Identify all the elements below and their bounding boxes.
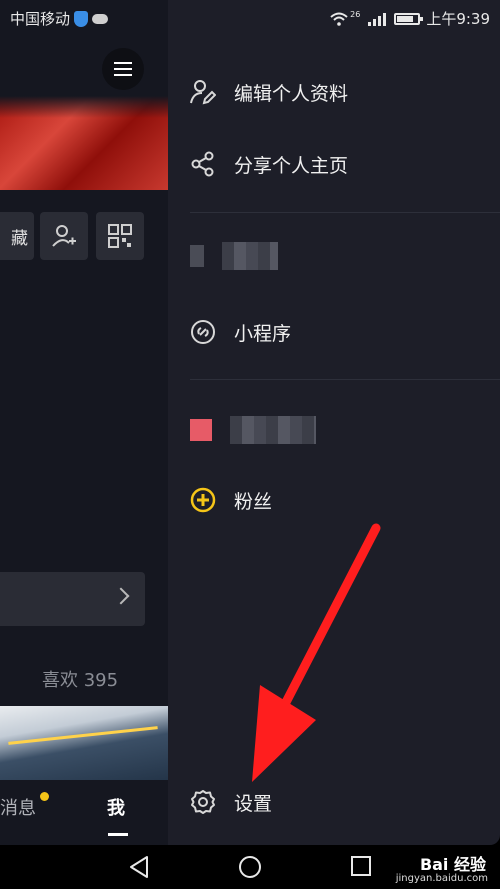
clock: 上午9:39 xyxy=(426,10,490,28)
status-right: 26 上午9:39 xyxy=(330,8,490,29)
mini-program-icon xyxy=(190,319,216,345)
wifi-icon xyxy=(330,12,348,26)
obscured-label xyxy=(230,416,316,444)
battery-icon xyxy=(394,12,424,25)
status-bar: 中国移动 26 上午9:39 xyxy=(0,0,500,34)
nav-active-indicator xyxy=(108,833,128,836)
carrier-label: 中国移动 xyxy=(10,10,71,28)
profile-row-link[interactable] xyxy=(0,572,145,626)
background-profile-page: 藏 喜欢 395 消息 我 xyxy=(0,0,168,845)
share-icon xyxy=(190,151,216,177)
drawer-item-label: 编辑个人资料 xyxy=(234,82,349,105)
edit-profile-icon xyxy=(190,79,216,105)
nav-messages[interactable]: 消息 xyxy=(0,794,36,820)
drawer-item-obscured-2[interactable] xyxy=(190,410,316,450)
shield-icon xyxy=(74,10,89,27)
status-left: 中国移动 xyxy=(10,8,109,29)
drawer-item-edit-profile[interactable]: 编辑个人资料 xyxy=(190,72,348,112)
drawer-item-fans[interactable]: 粉丝 xyxy=(190,480,272,520)
obscured-icon xyxy=(190,419,212,441)
recents-icon[interactable] xyxy=(350,855,372,877)
watermark-url: jingyan.baidu.com xyxy=(395,873,488,884)
cloud-icon xyxy=(92,13,109,24)
watermark-logo: Bai 经验 xyxy=(419,855,486,874)
fans-icon xyxy=(190,487,216,513)
nav-me[interactable]: 我 xyxy=(107,794,125,820)
notification-dot xyxy=(40,792,49,801)
chevron-right-icon xyxy=(112,587,130,605)
qr-code-button[interactable] xyxy=(96,212,144,260)
collect-button[interactable]: 藏 xyxy=(0,212,34,260)
profile-cover-image xyxy=(0,96,168,190)
signal-icon xyxy=(368,12,387,26)
menu-icon[interactable] xyxy=(102,48,144,90)
drawer-divider xyxy=(190,379,500,380)
drawer-item-label: 小程序 xyxy=(234,322,292,345)
video-thumbnail[interactable] xyxy=(0,706,168,780)
drawer-item-label: 分享个人主页 xyxy=(234,154,349,177)
network-badge: 26 xyxy=(350,10,361,19)
drawer-item-mini-program[interactable]: 小程序 xyxy=(190,312,291,352)
obscured-label xyxy=(222,242,278,270)
drawer-item-label: 粉丝 xyxy=(234,490,273,513)
back-icon[interactable] xyxy=(128,855,150,879)
drawer-item-label: 设置 xyxy=(234,792,273,815)
drawer-divider xyxy=(190,212,500,213)
qr-code-icon xyxy=(108,224,132,248)
drawer-item-obscured-1[interactable] xyxy=(190,236,278,276)
settings-icon xyxy=(190,789,216,815)
bottom-nav: 消息 我 xyxy=(0,780,168,845)
add-friend-icon xyxy=(52,225,76,247)
drawer-item-share-profile[interactable]: 分享个人主页 xyxy=(190,144,348,184)
obscured-icon xyxy=(190,245,204,267)
add-friend-button[interactable] xyxy=(40,212,88,260)
home-icon[interactable] xyxy=(238,855,262,879)
likes-tab[interactable]: 喜欢 395 xyxy=(42,666,118,692)
collect-label: 藏 xyxy=(11,228,28,249)
android-nav-bar: Bai 经验 jingyan.baidu.com xyxy=(0,845,500,889)
annotation-arrow xyxy=(252,523,381,782)
